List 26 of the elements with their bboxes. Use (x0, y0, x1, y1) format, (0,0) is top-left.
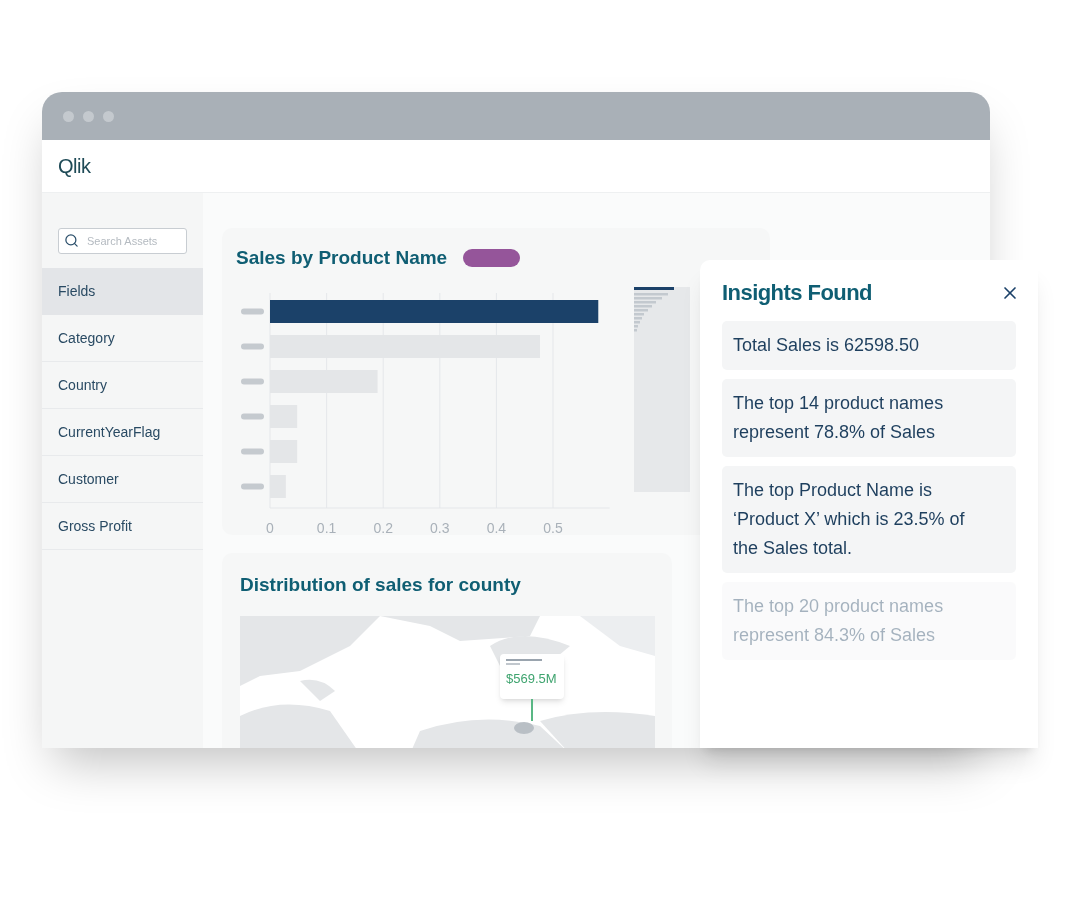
insight-text: The top 20 product names represent 84.3% of Sales (733, 595, 945, 647)
placeholder-label (241, 308, 264, 314)
placeholder-label (241, 483, 264, 489)
insight-text: Total Sales is 62598.50 (733, 334, 921, 357)
map-title: Distribution of sales for county (240, 573, 522, 597)
tick-label: 0.1 (316, 519, 337, 536)
tick-label: 0.3 (430, 519, 450, 536)
tick-label: 0.5 (543, 519, 563, 536)
tooltip-value: $569.5M (506, 670, 558, 688)
tick-label: 0.4 (486, 519, 507, 536)
placeholder-label (241, 378, 264, 384)
placeholder-label (241, 343, 264, 349)
insight-text: The top 14 product names represent 78.8% of Sales (733, 392, 945, 444)
tick-label: 0 (266, 519, 274, 536)
placeholder-label (241, 413, 264, 419)
leader-line (531, 699, 533, 721)
tag-pill-icon (463, 249, 521, 268)
panel-title: Insights Found (722, 279, 872, 307)
chart-title: Sales by Product Name (236, 246, 448, 270)
search-field[interactable]: Search Assets (58, 228, 187, 254)
sidebar-item[interactable]: Fields (42, 268, 203, 315)
tick-label: 0.2 (373, 519, 393, 536)
search-icon (64, 233, 79, 248)
logo[interactable]: Qlik (58, 151, 91, 181)
placeholder-label (241, 448, 264, 454)
insight-text: The top Product Name is ‘Product X’ which is 23.5% of the Sales total. (733, 479, 966, 560)
